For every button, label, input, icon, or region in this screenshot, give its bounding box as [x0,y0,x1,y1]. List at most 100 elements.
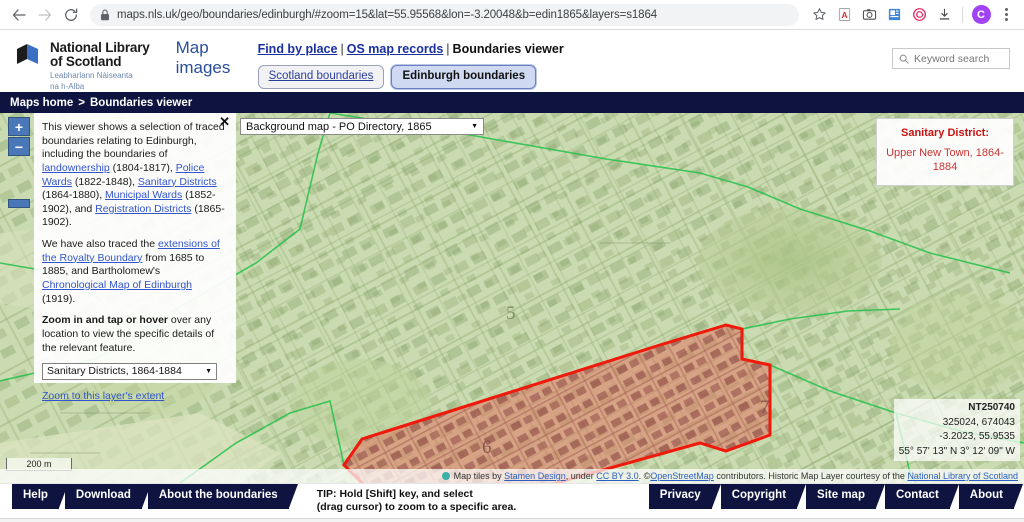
profile-initial: C [971,5,991,24]
link-sanitary-districts[interactable]: Sanitary Districts [138,176,217,188]
info-p1-t2: (1804-1817), [109,161,176,174]
toolbar-divider [962,6,963,23]
background-map-select[interactable]: Background map - PO Directory, 1865 ▼ [240,118,484,135]
nls-logo[interactable]: National Library of Scotland Leabharlann… [0,30,150,91]
about-the-boundaries-button[interactable]: About the boundaries [147,484,298,509]
attrib-copyright: © [643,471,651,481]
download-icon[interactable] [932,3,956,27]
section-line2: images [175,57,231,77]
info-p1-t3: (1822-1848), [71,175,138,188]
download-button[interactable]: Download [64,484,151,509]
attrib-contributors: contributors. Historic Map Layer courtes… [716,471,905,481]
map-label-6: 6 [482,437,492,458]
feature-title: Sanitary District: [900,127,990,139]
coord-dms: 55° 57' 13" N 3° 12' 09" W [898,445,1015,457]
layer-select[interactable]: Sanitary Districts, 1864-1884 ▼ [42,363,217,381]
coord-lon-lat: -3.2023, 55.9535 [939,431,1015,442]
header-nav-area: Find by place | OS map records | Boundaries … [230,30,564,89]
info-paragraph-1: This viewer shows a selection of traced … [42,121,226,230]
copyright-button[interactable]: Copyright [720,484,807,509]
privacy-button[interactable]: Privacy [648,484,721,509]
close-icon[interactable]: ✕ [219,115,230,128]
info-p1-t4: (1864-1880), [42,189,106,202]
address-bar[interactable]: maps.nls.uk/geo/boundaries/edinburgh/#zo… [90,3,799,26]
breadcrumb: Maps home > Boundaries viewer [0,92,1024,113]
stamen-logo-icon [441,472,450,480]
zoom-in-button[interactable]: + [8,117,30,136]
kebab-menu-icon[interactable] [994,3,1018,27]
back-arrow-icon[interactable] [6,2,32,28]
logo-line1: National Library [50,40,150,55]
nav-find-by-place[interactable]: Find by place [258,42,338,56]
tab-edinburgh-boundaries[interactable]: Edinburgh boundaries [391,65,537,89]
document-extension-icon[interactable] [882,3,906,27]
info-paragraph-2: We have also traced the extensions of th… [42,238,226,306]
site-map-button[interactable]: Site map [806,484,885,509]
info-p2-t3: (1919). [42,292,76,305]
attrib-stamen-link[interactable]: Stamen Design [504,471,566,481]
footer-left-buttons: Help Download About the boundaries TIP: … [0,484,516,514]
background-map-value: Background map - PO Directory, 1865 [246,120,432,133]
logo-gaelic1: Leabharlann Nàiseanta [50,71,133,81]
tab-scotland-boundaries[interactable]: Scotland boundaries [257,65,385,89]
chevron-down-icon: ▼ [205,368,212,376]
tip-line2: (drag cursor) to zoom to a specific area… [316,501,517,514]
link-registration-districts[interactable]: Registration Districts [95,203,191,215]
tip-line1: TIP: Hold [Shift] key, and select [316,488,473,500]
attrib-under: , under [565,471,594,481]
help-button[interactable]: Help [12,484,68,509]
site-header: National Library of Scotland Leabharlann… [0,30,1024,92]
logo-line2: of Scotland [50,54,122,70]
info-p3-bold: Zoom in and tap or hover [42,314,169,327]
info-panel: ✕ This viewer shows a selection of trace… [34,113,236,402]
zoom-to-extent-link[interactable]: Zoom to this layer's extent [42,390,226,404]
lock-icon [100,9,110,21]
breadcrumb-home[interactable]: Maps home [10,97,73,109]
breadcrumb-current: Boundaries viewer [89,96,193,109]
chevron-down-icon: ▼ [471,123,478,130]
spiral-extension-icon[interactable] [907,3,931,27]
section-line1: Map [175,38,209,57]
reload-icon[interactable] [58,2,84,28]
window-bottom-strip [0,518,1024,522]
attrib-osm-link[interactable]: OpenStreetMap [650,471,714,481]
coord-grid-ref: NT250740 [968,402,1015,413]
nav-separator-1: | [340,42,344,56]
attrib-prefix: Map tiles by [453,471,502,481]
map-images-section-title[interactable]: Map images [150,30,231,77]
about-button[interactable]: About [958,484,1024,509]
attrib-license-link[interactable]: CC BY 3.0 [596,471,638,481]
map-label-7: 7 [760,397,770,418]
browser-extension-icons: A C [807,3,1018,27]
avatar[interactable]: C [969,3,993,27]
map-label-5: 5 [506,303,516,324]
link-chronological-map[interactable]: Chronological Map of Edinburgh [42,279,192,291]
contact-button[interactable]: Contact [884,484,959,509]
pdf-extension-icon[interactable]: A [832,3,856,27]
search-input[interactable]: Keyword search [892,48,1010,69]
svg-text:A: A [841,10,847,20]
logo-gaelic2: na h-Alba [50,82,85,92]
star-icon[interactable] [807,3,831,27]
search-placeholder: Keyword search [914,52,990,65]
map-zoom-controls: + − [8,117,30,157]
attrib-nls-link[interactable]: National Library of Scotland [907,471,1018,481]
zoom-out-button[interactable]: − [8,137,30,156]
info-p1-t1: This viewer shows a selection of traced … [42,121,225,161]
feature-value: Upper New Town, 1864-1884 [886,147,1004,173]
link-municipal-wards[interactable]: Municipal Wards [105,189,182,201]
footer-right-buttons: Privacy Copyright Site map Contact About [648,484,1024,509]
browser-toolbar: maps.nls.uk/geo/boundaries/edinburgh/#zo… [0,0,1024,30]
search-icon [899,54,909,64]
boundaries-tab-row: Scotland boundaries Edinburgh boundaries [257,65,564,89]
coord-eastings-northings: 325024, 674043 [942,416,1015,428]
forward-arrow-icon[interactable] [32,2,58,28]
tip-text: TIP: Hold [Shift] key, and select (drag … [295,484,517,514]
nls-logo-text: National Library of Scotland Leabharlann… [50,40,150,91]
link-landownership[interactable]: landownership [42,162,110,174]
camera-extension-icon[interactable] [857,3,881,27]
map-viewport[interactable]: 5 6 7 8 9 4 + − ✕ This viewer shows a se… [0,113,1024,483]
zoom-slider-handle[interactable] [8,199,30,208]
nav-os-map-records[interactable]: OS map records [347,42,444,56]
layer-select-value: Sanitary Districts, 1864-1884 [47,364,182,377]
